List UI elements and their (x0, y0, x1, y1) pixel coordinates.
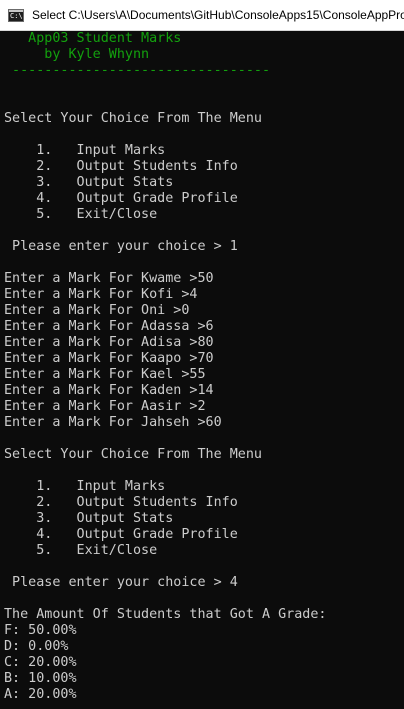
mark-entry-line: Enter a Mark For Aasir >2 (4, 399, 206, 414)
menu-prompt: Select Your Choice From The Menu (4, 111, 262, 126)
menu-item: 3. Output Stats (4, 511, 174, 526)
app-byline: by Kyle Whynn (4, 47, 150, 62)
grade-heading: The Amount Of Students that Got A Grade: (4, 607, 327, 622)
menu-item: 5. Exit/Close (4, 543, 158, 558)
menu-item: 2. Output Students Info (4, 159, 238, 174)
window-title: Select C:\Users\A\Documents\GitHub\Conso… (32, 8, 404, 22)
console-app-icon[interactable]: C:\ (8, 8, 24, 22)
choice-prompt: Please enter your choice > 4 (4, 575, 238, 590)
menu-item: 4. Output Grade Profile (4, 527, 238, 542)
menu-item: 3. Output Stats (4, 175, 174, 190)
menu-item: 5. Exit/Close (4, 207, 158, 222)
mark-entry-line: Enter a Mark For Kofi >4 (4, 287, 198, 302)
window-titlebar[interactable]: C:\ Select C:\Users\A\Documents\GitHub\C… (0, 0, 404, 31)
console-output[interactable]: App03 Student Marks by Kyle Whynn ------… (0, 31, 404, 709)
menu-item: 2. Output Students Info (4, 495, 238, 510)
header-divider: -------------------------------- (4, 63, 271, 78)
mark-entry-line: Enter a Mark For Oni >0 (4, 303, 190, 318)
mark-entry-line: Enter a Mark For Kaapo >70 (4, 351, 214, 366)
menu-item: 4. Output Grade Profile (4, 191, 238, 206)
mark-entry-line: Enter a Mark For Kaden >14 (4, 383, 214, 398)
menu-item: 1. Input Marks (4, 479, 166, 494)
grade-line: C: 20.00% (4, 655, 77, 670)
grade-line: F: 50.00% (4, 623, 77, 638)
console-icon-glyph: C:\ (10, 11, 23, 20)
mark-entry-line: Enter a Mark For Jahseh >60 (4, 415, 222, 430)
grade-line: A: 20.00% (4, 687, 77, 702)
menu-item: 1. Input Marks (4, 143, 166, 158)
mark-entry-line: Enter a Mark For Adisa >80 (4, 335, 214, 350)
mark-entry-line: Enter a Mark For Adassa >6 (4, 319, 214, 334)
mark-entry-line: Enter a Mark For Kwame >50 (4, 271, 214, 286)
choice-prompt: Please enter your choice > 1 (4, 239, 238, 254)
mark-entry-line: Enter a Mark For Kael >55 (4, 367, 206, 382)
menu-prompt: Select Your Choice From The Menu (4, 447, 262, 462)
grade-line: B: 10.00% (4, 671, 77, 686)
grade-line: D: 0.00% (4, 639, 69, 654)
app-title: App03 Student Marks (4, 31, 182, 46)
